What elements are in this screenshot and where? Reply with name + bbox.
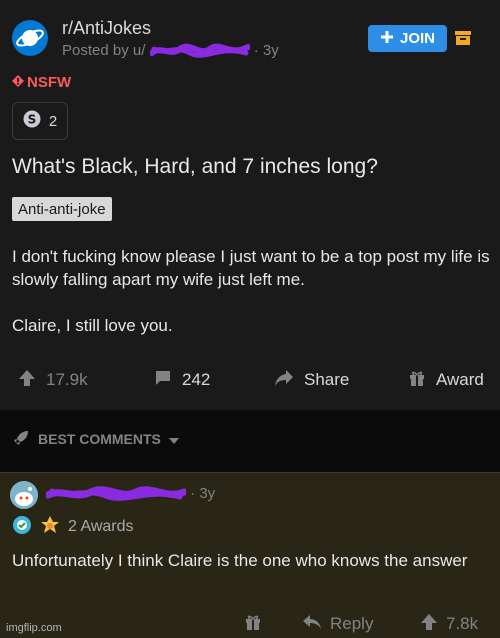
comment-bubble-icon: [154, 369, 172, 392]
comment-upvote-count: 7.8k: [446, 614, 479, 633]
join-button[interactable]: JOIN: [368, 25, 447, 52]
plus-icon: [380, 30, 394, 48]
comment-award-button[interactable]: [244, 611, 262, 637]
post-flair[interactable]: Anti-anti-joke: [12, 197, 112, 221]
posted-by: Posted by u/ · 3y: [62, 42, 279, 59]
nsfw-label: NSFW: [27, 74, 72, 91]
rocket-icon: [12, 429, 30, 450]
reply-arrow-icon: [302, 614, 322, 635]
comment-text: Unfortunately I think Claire is the one …: [12, 551, 468, 570]
comments-button[interactable]: 242: [154, 365, 210, 395]
comment-meta: · 3y: [46, 485, 215, 502]
comment: · 3y 2 Awards Unfortunately I think Clai…: [0, 472, 500, 638]
redaction-scribble: [149, 43, 250, 58]
comment-action-bar: Reply 7.8k: [0, 611, 500, 637]
helpful-award-icon: [12, 515, 32, 540]
sort-dropdown[interactable]: BEST COMMENTS: [12, 430, 179, 448]
posted-by-prefix: Posted by u/: [62, 42, 146, 59]
gift-icon: [244, 613, 262, 636]
svg-text:S: S: [28, 113, 37, 127]
post-body-paragraph: I don't fucking know please I just want …: [12, 247, 490, 289]
reply-label: Reply: [330, 614, 374, 633]
upvote-button[interactable]: 17.9k: [18, 365, 88, 395]
post-card: r/AntiJokes Posted by u/ · 3y JOIN NSFW …: [0, 0, 500, 410]
post-age: · 3y: [253, 42, 279, 59]
post-action-bar: 17.9k 242 Share Award: [0, 365, 500, 395]
commenter-avatar[interactable]: [10, 481, 38, 509]
post-body: I don't fucking know please I just want …: [12, 245, 492, 360]
comment-count: 242: [182, 370, 211, 389]
sort-label: BEST COMMENTS: [38, 431, 161, 447]
watermark: imgflip.com: [6, 622, 62, 634]
nsfw-icon: [12, 74, 24, 91]
share-button[interactable]: Share: [274, 365, 349, 395]
subreddit-name[interactable]: r/AntiJokes: [62, 18, 151, 39]
join-label: JOIN: [399, 30, 435, 47]
upvote-count: 17.9k: [46, 370, 88, 389]
award-label: Award: [436, 370, 484, 389]
chevron-down-icon: [168, 431, 179, 447]
upvote-arrow-icon: [18, 369, 36, 392]
comment-awards[interactable]: 2 Awards: [12, 513, 134, 541]
post-title[interactable]: What's Black, Hard, and 7 inches long?: [12, 155, 492, 179]
share-arrow-icon: [274, 369, 294, 392]
redaction-scribble: [46, 486, 186, 501]
comment-age: · 3y: [190, 485, 216, 502]
wholesome-award-icon: [40, 515, 60, 540]
upvote-arrow-icon: [420, 613, 438, 636]
reply-button[interactable]: Reply: [302, 611, 373, 637]
award-button[interactable]: Award: [408, 365, 484, 395]
post-awards[interactable]: S 2: [12, 102, 68, 140]
award-count: 2: [48, 112, 58, 130]
archive-icon: [454, 29, 472, 52]
post-body-paragraph: Claire, I still love you.: [12, 316, 173, 335]
silver-award-icon: S: [23, 110, 41, 132]
comment-upvote-button[interactable]: 7.8k: [420, 611, 478, 637]
share-label: Share: [304, 370, 350, 389]
subreddit-avatar[interactable]: [12, 20, 48, 56]
comment-awards-label: 2 Awards: [68, 518, 134, 535]
nsfw-badge: NSFW: [12, 74, 71, 91]
gift-icon: [408, 369, 426, 392]
